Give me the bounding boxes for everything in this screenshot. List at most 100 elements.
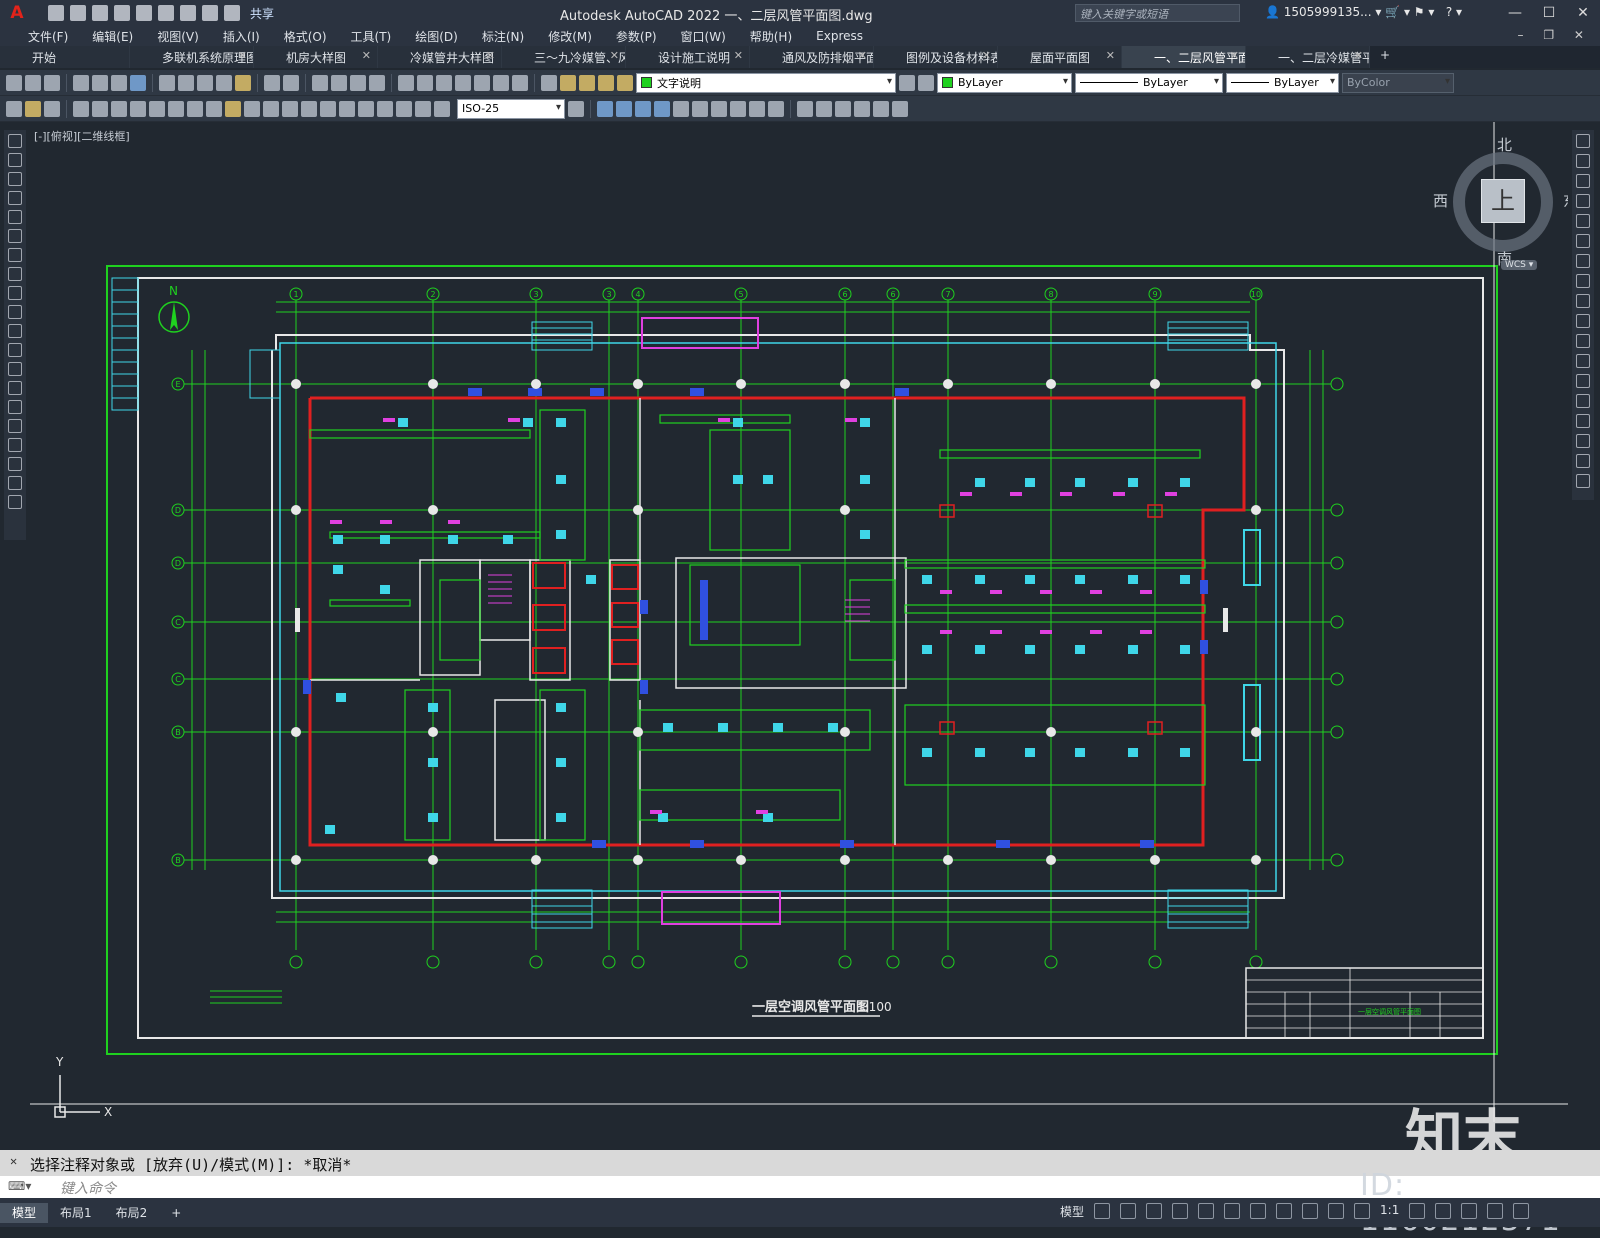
save-as-icon[interactable] (114, 5, 130, 21)
extend-icon[interactable] (768, 100, 784, 117)
close-icon[interactable]: ✕ (486, 49, 495, 62)
close-icon[interactable]: ✕ (610, 49, 619, 62)
plot-icon[interactable] (180, 5, 196, 21)
menu-edit[interactable]: 编辑(E) (80, 28, 145, 45)
jogged-icon[interactable] (168, 100, 184, 117)
ellipse-icon[interactable] (8, 305, 22, 319)
dimension-break-icon[interactable] (301, 100, 317, 117)
3d-dwf-icon[interactable] (130, 74, 146, 91)
annotation-scale[interactable]: 1:1 (1380, 1203, 1399, 1219)
open-icon[interactable] (25, 74, 41, 91)
paste-icon[interactable] (197, 74, 213, 91)
isodraft-icon[interactable] (1198, 1203, 1215, 1219)
menu-window[interactable]: 窗口(W) (669, 28, 738, 45)
make-block-icon[interactable] (8, 362, 22, 376)
ellipse-arc-icon[interactable] (8, 324, 22, 338)
break-icon[interactable] (1576, 374, 1590, 388)
move-icon[interactable] (1576, 234, 1590, 248)
rotate-icon[interactable] (1576, 254, 1590, 268)
layer-freeze-icon[interactable] (598, 74, 614, 91)
region-icon[interactable] (8, 438, 22, 452)
circle-icon[interactable] (8, 248, 22, 262)
close-icon[interactable]: ✕ (1230, 49, 1239, 62)
menu-dimension[interactable]: 标注(N) (470, 28, 536, 45)
copy-icon[interactable] (178, 74, 194, 91)
menu-express[interactable]: Express (804, 29, 875, 43)
web-save-icon[interactable] (158, 5, 174, 21)
design-center-icon[interactable] (417, 74, 433, 91)
trim-icon[interactable] (1576, 314, 1590, 328)
menu-parametric[interactable]: 参数(P) (604, 28, 669, 45)
inspection-icon[interactable] (358, 100, 374, 117)
sheet-set-icon[interactable] (455, 74, 471, 91)
blend-curves-icon[interactable] (1576, 454, 1590, 468)
tab-file[interactable]: 三～九冷媒管、风管平面图✕ (502, 46, 626, 68)
menu-modify[interactable]: 修改(M) (536, 28, 604, 45)
stretch-icon[interactable] (730, 100, 746, 117)
baseline-icon[interactable] (244, 100, 260, 117)
object-snap-tracking-icon[interactable] (1224, 1203, 1241, 1219)
tolerance-icon[interactable] (320, 100, 336, 117)
gradient-icon[interactable] (8, 419, 22, 433)
match-properties-icon[interactable] (216, 74, 232, 91)
close-icon[interactable]: ✕ (10, 1154, 17, 1168)
chamfer-icon[interactable] (835, 100, 851, 117)
erase-icon[interactable] (1576, 134, 1590, 148)
menu-view[interactable]: 视图(V) (145, 28, 211, 45)
add-layout-button[interactable]: + (159, 1203, 193, 1223)
layer-previous-icon[interactable] (918, 74, 934, 91)
layer-state-icon[interactable] (560, 74, 576, 91)
quick-dimension-icon[interactable] (225, 100, 241, 117)
arc-icon[interactable] (8, 229, 22, 243)
preview-icon[interactable] (92, 74, 108, 91)
selection-cycling-icon[interactable] (1328, 1203, 1345, 1219)
diameter-icon[interactable] (187, 100, 203, 117)
viewport-controls[interactable]: [-][俯视][二维线框] (34, 128, 130, 144)
tool-palettes-icon[interactable] (436, 74, 452, 91)
dimension-update-icon[interactable] (434, 100, 450, 117)
tab-file[interactable]: 屋面平面图 ✕ (998, 46, 1122, 68)
block-editor-icon[interactable] (235, 74, 251, 91)
maximize-button[interactable]: ☐ (1532, 0, 1566, 26)
arc-length-icon[interactable] (111, 100, 127, 117)
menu-insert[interactable]: 插入(I) (211, 28, 272, 45)
close-button[interactable]: ✕ (1566, 0, 1600, 26)
polygon-icon[interactable] (8, 191, 22, 205)
layer-walk-icon[interactable] (25, 100, 41, 117)
compass-north[interactable]: 北 (1497, 134, 1512, 155)
quickcalc-icon[interactable] (493, 74, 509, 91)
explode-icon[interactable] (873, 100, 889, 117)
break-at-point-icon[interactable] (1576, 354, 1590, 368)
break-icon[interactable] (797, 100, 813, 117)
lineweight-dropdown[interactable]: ByLayer (1226, 72, 1339, 93)
polyline-icon[interactable] (8, 172, 22, 186)
dimstyle-dropdown[interactable]: ISO-25 (457, 98, 565, 119)
add-selected-icon[interactable] (8, 495, 22, 509)
ortho-icon[interactable] (1146, 1203, 1163, 1219)
move-icon[interactable] (673, 100, 689, 117)
layer-on-icon[interactable] (579, 74, 595, 91)
transparency-icon[interactable] (1302, 1203, 1319, 1219)
new-icon[interactable] (6, 74, 22, 91)
properties-icon[interactable] (398, 74, 414, 91)
annotation-visibility-icon[interactable] (1354, 1203, 1371, 1219)
hatch-icon[interactable] (8, 400, 22, 414)
tab-file[interactable]: 图例及设备材料表 ✕ (874, 46, 998, 68)
compass-west[interactable]: 西 (1433, 190, 1448, 211)
line-icon[interactable] (8, 134, 22, 148)
ordinate-icon[interactable] (130, 100, 146, 117)
array-icon[interactable] (1576, 214, 1590, 228)
linear-dimension-icon[interactable] (73, 100, 89, 117)
dimension-space-icon[interactable] (282, 100, 298, 117)
tab-layout1[interactable]: 布局1 (48, 1203, 104, 1223)
markup-icon[interactable] (474, 74, 490, 91)
pan-icon[interactable] (312, 74, 328, 91)
offset-icon[interactable] (1576, 194, 1590, 208)
publish-icon[interactable] (111, 74, 127, 91)
zoom-window-icon[interactable] (350, 74, 366, 91)
redo-icon[interactable] (224, 5, 240, 21)
mirror-icon[interactable] (616, 100, 632, 117)
web-open-icon[interactable] (136, 5, 152, 21)
aligned-dimension-icon[interactable] (92, 100, 108, 117)
search-input[interactable]: 键入关键字或短语 (1075, 4, 1240, 22)
